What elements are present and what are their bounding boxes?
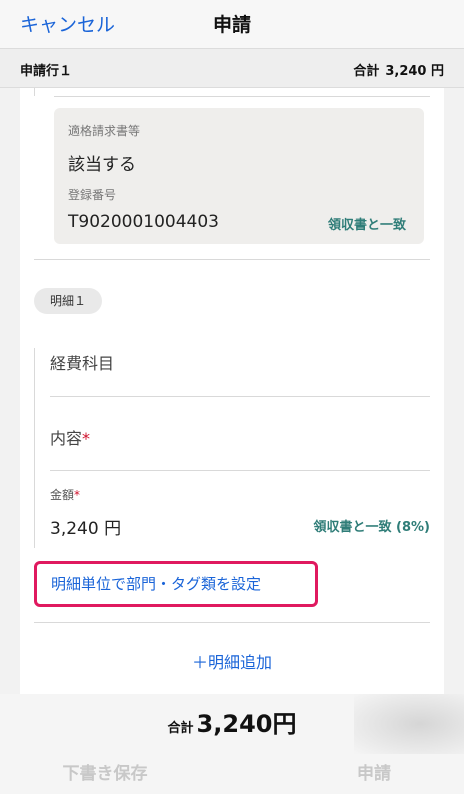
application-row-header: 申請行１ 合計 3,240 円 bbox=[0, 48, 464, 88]
qualified-invoice-value: 該当する bbox=[68, 155, 136, 175]
save-draft-button[interactable]: 下書き保存 bbox=[30, 756, 180, 786]
amount-value[interactable]: 3,240 円 bbox=[50, 514, 121, 539]
divider bbox=[34, 622, 430, 623]
footer-total-value: 3,240円 bbox=[196, 710, 297, 738]
required-mark: * bbox=[82, 429, 91, 448]
detail-card: 適格請求書等 該当する 登録番号 T9020001004403 領収書と一致 明… bbox=[20, 88, 444, 694]
footer-bar: 合計 3,240円 下書き保存 申請 bbox=[0, 694, 464, 794]
registration-match-status: 領収書と一致 bbox=[327, 218, 406, 233]
page-title: 申請 bbox=[212, 14, 251, 36]
registration-number-value: T9020001004403 bbox=[68, 212, 219, 232]
divider bbox=[50, 470, 430, 471]
account-field[interactable]: 経費科目 bbox=[50, 350, 114, 374]
divider bbox=[34, 259, 430, 260]
qualified-invoice-label: 適格請求書等 bbox=[68, 124, 141, 138]
submit-button[interactable]: 申請 bbox=[314, 756, 434, 786]
divider bbox=[50, 396, 430, 397]
add-detail-button[interactable]: ＋明細追加 bbox=[20, 649, 444, 673]
required-mark: * bbox=[74, 488, 81, 502]
nav-bar: キャンセル 申請 bbox=[0, 0, 464, 48]
row-total: 合計 3,240 円 bbox=[353, 60, 444, 79]
amount-match-status: 領収書と一致 (8%) bbox=[313, 520, 430, 535]
registration-number-label: 登録番号 bbox=[68, 188, 117, 202]
divider bbox=[54, 96, 430, 97]
detail-badge: 明細１ bbox=[34, 288, 102, 314]
detail-side-rule bbox=[34, 348, 35, 548]
row-total-label: 合計 bbox=[353, 64, 380, 79]
amount-label: 金額* bbox=[50, 486, 80, 503]
invoice-info-box: 適格請求書等 該当する 登録番号 T9020001004403 領収書と一致 bbox=[54, 108, 424, 244]
content-field[interactable]: 内容* bbox=[50, 425, 90, 449]
row-total-value: 3,240 円 bbox=[385, 64, 444, 79]
footer-total: 合計 3,240円 bbox=[0, 704, 464, 739]
divider bbox=[34, 88, 35, 96]
footer-total-label: 合計 bbox=[167, 721, 194, 736]
detail-tag-setting-link[interactable]: 明細単位で部門・タグ類を設定 bbox=[34, 561, 318, 607]
amount-label-text: 金額 bbox=[50, 488, 75, 502]
content-label: 内容 bbox=[50, 429, 83, 448]
row-label: 申請行１ bbox=[20, 64, 73, 79]
